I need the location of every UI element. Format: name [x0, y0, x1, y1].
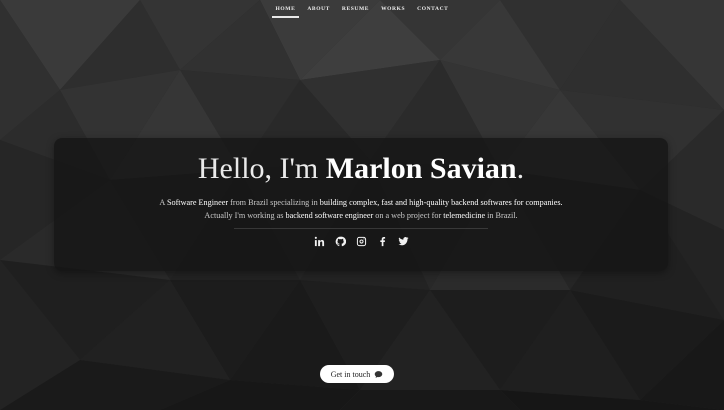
linkedin-icon[interactable] [314, 236, 325, 247]
line1-emphasis-specialty: building complex, fast and high-quality … [319, 198, 563, 207]
hero-divider [234, 228, 488, 229]
nav-item-home[interactable]: HOME [270, 0, 302, 20]
hero-description: A Software Engineer from Brazil speciali… [74, 196, 648, 222]
line2-text-e: in Brazil. [485, 211, 518, 220]
nav-item-about[interactable]: ABOUT [301, 0, 336, 20]
facebook-icon[interactable] [377, 236, 388, 247]
top-nav: HOME ABOUT RESUME WORKS CONTACT [0, 0, 724, 20]
nav-item-works[interactable]: WORKS [375, 0, 411, 20]
github-icon[interactable] [335, 236, 346, 247]
twitter-icon[interactable] [397, 236, 409, 247]
speech-bubble-icon [375, 370, 383, 378]
social-links [54, 236, 668, 247]
description-line-1: A Software Engineer from Brazil speciali… [74, 196, 648, 209]
person-name: Marlon Savian [325, 152, 517, 185]
instagram-icon[interactable] [356, 236, 367, 247]
get-in-touch-button[interactable]: Get in touch [320, 365, 394, 383]
nav-item-contact[interactable]: CONTACT [411, 0, 454, 20]
line2-text-c: on a web project for [373, 211, 444, 220]
hero-card: Hello, I'm Marlon Savian. A Software Eng… [54, 138, 668, 271]
line1-emphasis-role: Software Engineer [166, 198, 229, 207]
line1-text-c: from Brazil specializing in [228, 198, 320, 207]
description-line-2: Actually I'm working as backend software… [74, 209, 648, 222]
hero-headline: Hello, I'm Marlon Savian. [54, 152, 668, 186]
line2-emphasis-field: telemedicine [443, 211, 486, 220]
greeting-text: Hello, I'm [197, 152, 319, 185]
headline-period: . [516, 152, 525, 185]
line2-emphasis-job: backend software engineer [285, 211, 374, 220]
get-in-touch-label: Get in touch [330, 369, 371, 379]
line2-text-a: Actually I'm working as [204, 211, 286, 220]
line1-text-a: A [159, 198, 167, 207]
nav-item-resume[interactable]: RESUME [336, 0, 375, 20]
